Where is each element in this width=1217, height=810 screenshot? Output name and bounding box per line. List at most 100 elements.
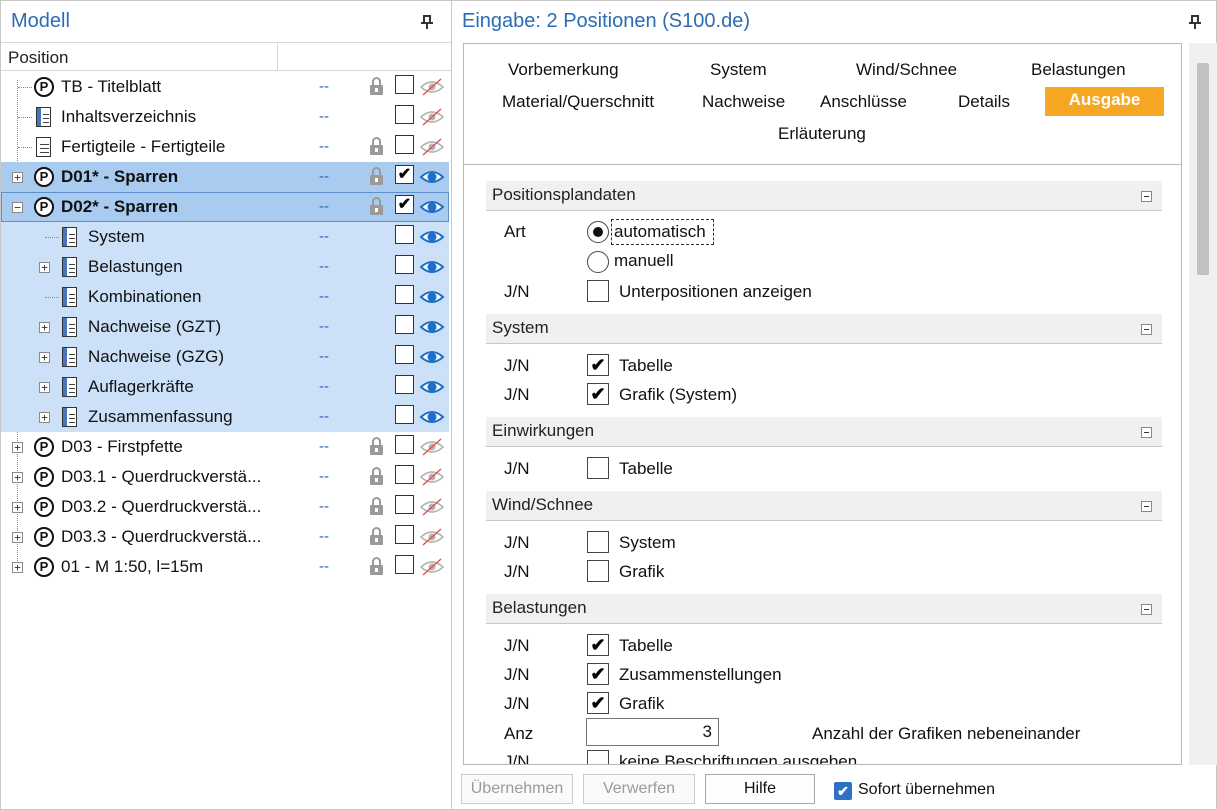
sofort-uebernehmen-label[interactable]: Sofort übernehmen — [858, 781, 995, 799]
tree-row-nachweise-gzg[interactable]: + Nachweise (GZG) -- — [1, 342, 449, 372]
uebernehmen-button[interactable]: Übernehmen — [461, 774, 573, 804]
tab-details[interactable]: Details — [958, 92, 1010, 112]
print-checkbox[interactable] — [395, 315, 414, 334]
lock-icon[interactable] — [370, 137, 383, 155]
eye-hidden-icon[interactable] — [419, 437, 445, 457]
print-checkbox[interactable] — [395, 135, 414, 154]
print-checkbox[interactable]: ✔ — [395, 195, 414, 214]
tab-belastungen[interactable]: Belastungen — [1031, 60, 1126, 80]
collapse-icon[interactable] — [1141, 191, 1152, 202]
verwerfen-button[interactable]: Verwerfen — [583, 774, 695, 804]
tree-row-fertigteile[interactable]: Fertigteile - Fertigteile -- — [1, 132, 449, 162]
sofort-uebernehmen-checkbox[interactable]: ✔ — [834, 782, 852, 800]
lock-icon[interactable] — [370, 437, 383, 455]
eye-visible-icon[interactable] — [419, 257, 445, 277]
radio-manuell[interactable] — [587, 251, 609, 273]
print-checkbox[interactable] — [395, 495, 414, 514]
tree-row-01[interactable]: + P 01 - M 1:50, l=15m -- — [1, 552, 449, 582]
print-checkbox[interactable]: ✔ — [395, 165, 414, 184]
print-checkbox[interactable] — [395, 75, 414, 94]
tree-row-nachweise-gzt[interactable]: + Nachweise (GZT) -- — [1, 312, 449, 342]
tab-nachweise[interactable]: Nachweise — [702, 92, 785, 112]
checkbox-wind-grafik[interactable] — [587, 560, 609, 582]
checkbox-belastungen-tabelle[interactable]: ✔ — [587, 634, 609, 656]
expand-icon[interactable]: + — [39, 322, 50, 333]
scrollbar-thumb[interactable] — [1197, 63, 1209, 275]
print-checkbox[interactable] — [395, 225, 414, 244]
eye-hidden-icon[interactable] — [419, 557, 445, 577]
eye-hidden-icon[interactable] — [419, 467, 445, 487]
tree-row-d02[interactable]: − P D02* - Sparren -- ✔ — [1, 192, 449, 222]
radio-manuell-label[interactable]: manuell — [614, 251, 674, 271]
tree-row-d03-3[interactable]: + P D03.3 - Querdruckverstä... -- — [1, 522, 449, 552]
checkbox-system-tabelle[interactable]: ✔ — [587, 354, 609, 376]
tab-erlaeuterung[interactable]: Erläuterung — [778, 124, 866, 144]
print-checkbox[interactable] — [395, 435, 414, 454]
tree-row-auflagerkraefte[interactable]: + Auflagerkräfte -- — [1, 372, 449, 402]
lock-icon[interactable] — [370, 527, 383, 545]
anz-grafiken-input[interactable]: 3 — [586, 718, 719, 746]
collapse-icon[interactable] — [1141, 604, 1152, 615]
expand-icon[interactable]: + — [12, 562, 23, 573]
eye-visible-icon[interactable] — [419, 197, 445, 217]
radio-automatisch[interactable] — [587, 221, 609, 243]
print-checkbox[interactable] — [395, 255, 414, 274]
print-checkbox[interactable] — [395, 465, 414, 484]
section-wind-schnee[interactable]: Wind/Schnee — [486, 491, 1162, 521]
column-header-position[interactable]: Position — [8, 48, 68, 68]
expand-icon[interactable]: + — [12, 172, 23, 183]
eye-visible-icon[interactable] — [419, 317, 445, 337]
print-checkbox[interactable] — [395, 285, 414, 304]
print-checkbox[interactable] — [395, 105, 414, 124]
lock-icon[interactable] — [370, 167, 383, 185]
radio-automatisch-label[interactable]: automatisch — [614, 222, 706, 242]
tab-material-querschnitt[interactable]: Material/Querschnitt — [502, 92, 654, 112]
vertical-scrollbar[interactable] — [1189, 43, 1217, 765]
lock-icon[interactable] — [370, 77, 383, 95]
checkbox-unterpositionen[interactable] — [587, 280, 609, 302]
eye-visible-icon[interactable] — [419, 227, 445, 247]
checkbox-system-grafik[interactable]: ✔ — [587, 383, 609, 405]
checkbox-zusammenstellungen[interactable]: ✔ — [587, 663, 609, 685]
collapse-icon[interactable]: − — [12, 202, 23, 213]
lock-icon[interactable] — [370, 467, 383, 485]
tree-row-d01[interactable]: + P D01* - Sparren -- ✔ — [1, 162, 449, 192]
eye-hidden-icon[interactable] — [419, 497, 445, 517]
expand-icon[interactable]: + — [12, 502, 23, 513]
tree-row-d03-2[interactable]: + P D03.2 - Querdruckverstä... -- — [1, 492, 449, 522]
section-belastungen[interactable]: Belastungen — [486, 594, 1162, 624]
tab-wind-schnee[interactable]: Wind/Schnee — [856, 60, 957, 80]
eye-hidden-icon[interactable] — [419, 107, 445, 127]
tree-row-system[interactable]: System -- — [1, 222, 449, 252]
tree-row-inhaltsverzeichnis[interactable]: Inhaltsverzeichnis -- — [1, 102, 449, 132]
eye-visible-icon[interactable] — [419, 377, 445, 397]
tab-system[interactable]: System — [710, 60, 767, 80]
eye-hidden-icon[interactable] — [419, 527, 445, 547]
print-checkbox[interactable] — [395, 405, 414, 424]
eye-visible-icon[interactable] — [419, 287, 445, 307]
tab-vorbemerkung[interactable]: Vorbemerkung — [508, 60, 619, 80]
expand-icon[interactable]: + — [39, 412, 50, 423]
hilfe-button[interactable]: Hilfe — [705, 774, 815, 804]
collapse-icon[interactable] — [1141, 501, 1152, 512]
print-checkbox[interactable] — [395, 525, 414, 544]
checkbox-belastungen-grafik[interactable]: ✔ — [587, 692, 609, 714]
expand-icon[interactable]: + — [39, 262, 50, 273]
tree-row-kombinationen[interactable]: Kombinationen -- — [1, 282, 449, 312]
lock-icon[interactable] — [370, 197, 383, 215]
section-system[interactable]: System — [486, 314, 1162, 344]
eye-visible-icon[interactable] — [419, 347, 445, 367]
expand-icon[interactable]: + — [12, 472, 23, 483]
tab-anschluesse[interactable]: Anschlüsse — [820, 92, 907, 112]
tree-row-belastungen[interactable]: + Belastungen -- — [1, 252, 449, 282]
collapse-icon[interactable] — [1141, 427, 1152, 438]
section-einwirkungen[interactable]: Einwirkungen — [486, 417, 1162, 447]
tree-row-zusammenfassung[interactable]: + Zusammenfassung -- — [1, 402, 449, 432]
expand-icon[interactable]: + — [39, 352, 50, 363]
tab-ausgabe[interactable]: Ausgabe — [1045, 87, 1164, 116]
eye-hidden-icon[interactable] — [419, 137, 445, 157]
checkbox-einwirkungen-tabelle[interactable] — [587, 457, 609, 479]
lock-icon[interactable] — [370, 557, 383, 575]
section-positionsplandaten[interactable]: Positionsplandaten — [486, 181, 1162, 211]
expand-icon[interactable]: + — [12, 442, 23, 453]
